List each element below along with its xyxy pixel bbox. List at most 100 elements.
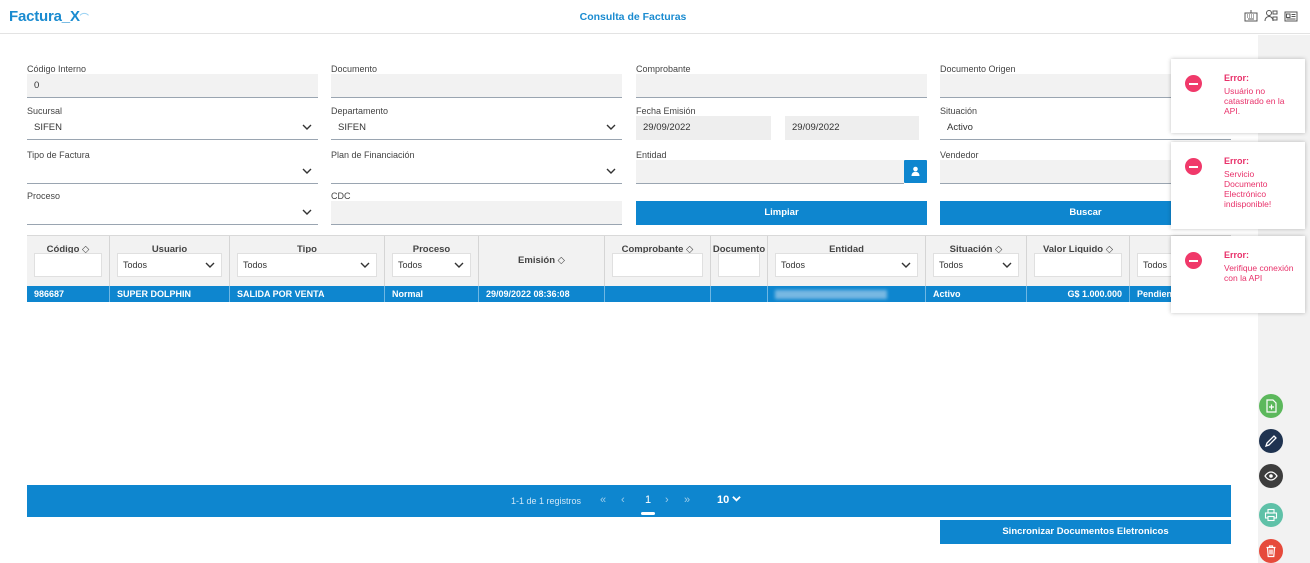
toast-message: Verifique conexión con la API: [1224, 263, 1294, 283]
entidad-search-button[interactable]: [904, 160, 927, 183]
fecha-emision-to-input[interactable]: 29/09/2022: [785, 116, 919, 140]
cell-proceso: Normal: [385, 286, 479, 302]
departamento-label: Departamento: [331, 106, 389, 116]
current-page-indicator: [641, 512, 655, 515]
table-row[interactable]: 986687 SUPER DOLPHIN SALIDA POR VENTA No…: [27, 286, 1231, 302]
page-number[interactable]: 1: [645, 494, 651, 506]
add-file-icon: [1266, 399, 1277, 413]
sync-documents-button[interactable]: Sincronizar Documentos Eletronicos: [940, 520, 1231, 544]
error-minus-icon: [1185, 158, 1202, 175]
cell-documento: [711, 286, 768, 302]
error-toast[interactable]: Error: Servicio Documento Electrónico in…: [1171, 142, 1305, 229]
cell-emision: 29/09/2022 08:36:08: [479, 286, 605, 302]
filter-usuario-select[interactable]: Todos: [117, 253, 222, 277]
error-minus-icon: [1185, 75, 1202, 92]
sucursal-select[interactable]: SIFEN: [27, 116, 318, 140]
first-page-icon[interactable]: «: [600, 494, 606, 506]
sucursal-label: Sucursal: [27, 106, 63, 116]
page-size-value: 10: [717, 494, 730, 506]
fecha-emision-from-input[interactable]: 29/09/2022: [636, 116, 771, 140]
entidad-label: Entidad: [636, 150, 667, 160]
printer-icon: [1264, 508, 1278, 522]
column-codigo[interactable]: Código ◇: [27, 236, 110, 287]
filter-valor-liquido-input[interactable]: [1034, 253, 1122, 277]
user-network-icon[interactable]: [1264, 9, 1278, 23]
filter-codigo-input[interactable]: [34, 253, 102, 277]
filter-proceso-value: Todos: [398, 260, 423, 270]
chevron-down-icon: [454, 262, 464, 268]
tipo-factura-select[interactable]: [27, 160, 318, 184]
id-card-icon[interactable]: [1284, 9, 1298, 23]
pencil-icon: [1264, 435, 1277, 448]
error-toast[interactable]: Error: Verifique conexión con la API: [1171, 236, 1305, 313]
page-title: Consulta de Facturas: [579, 11, 687, 23]
departamento-value: SIFEN: [338, 122, 366, 133]
page-size-select[interactable]: 10: [717, 494, 742, 506]
column-documento[interactable]: Documento: [711, 236, 768, 287]
filter-documento-input[interactable]: [718, 253, 760, 277]
plan-financiacion-select[interactable]: [331, 160, 622, 184]
entidad-input[interactable]: [636, 160, 904, 184]
column-usuario[interactable]: Usuario Todos: [110, 236, 230, 287]
filter-tipo-select[interactable]: Todos: [237, 253, 377, 277]
add-document-button[interactable]: [1259, 394, 1283, 418]
filter-proceso-select[interactable]: Todos: [392, 253, 471, 277]
plan-financiacion-label: Plan de Financiación: [331, 150, 415, 160]
delete-button[interactable]: [1259, 539, 1283, 563]
cell-codigo: 986687: [27, 286, 110, 302]
pagination-info: 1-1 de 1 registros: [511, 496, 582, 506]
column-entidad[interactable]: Entidad Todos: [768, 236, 926, 287]
cdc-input[interactable]: [331, 201, 622, 225]
chevron-down-icon: [606, 168, 616, 174]
edit-button[interactable]: [1259, 429, 1283, 453]
codigo-interno-input[interactable]: 0: [27, 74, 318, 98]
comprobante-input[interactable]: [636, 74, 927, 98]
column-emision[interactable]: Emisión ◇: [479, 236, 605, 287]
print-button[interactable]: [1259, 503, 1283, 527]
limpiar-button[interactable]: Limpiar: [636, 201, 927, 225]
sort-icon[interactable]: ◇: [558, 255, 565, 266]
column-situacion[interactable]: Situación ◇ Todos: [926, 236, 1027, 287]
chevron-down-icon: [205, 262, 215, 268]
keyboard-icon[interactable]: [1244, 9, 1258, 23]
situacion-label: Situación: [940, 106, 978, 116]
chevron-down-icon: [732, 496, 742, 502]
last-page-icon[interactable]: »: [684, 494, 690, 506]
cell-entidad: [768, 286, 926, 302]
toast-message: Servicio Documento Electrónico indisponi…: [1224, 169, 1272, 209]
chevron-down-icon: [302, 124, 312, 130]
column-comprobante[interactable]: Comprobante ◇: [605, 236, 711, 287]
cell-tipo: SALIDA POR VENTA: [230, 286, 385, 302]
filter-situacion-select[interactable]: Todos: [933, 253, 1019, 277]
column-valor-liquido[interactable]: Valor Liquido ◇: [1027, 236, 1130, 287]
cell-comprobante: [605, 286, 711, 302]
column-emision-title: Emisión: [518, 255, 555, 266]
chevron-down-icon: [360, 262, 370, 268]
error-minus-icon: [1185, 252, 1202, 269]
filter-entidad-select[interactable]: Todos: [775, 253, 918, 277]
toast-title: Error:: [1224, 156, 1250, 166]
chevron-down-icon: [606, 124, 616, 130]
next-page-icon[interactable]: ›: [665, 494, 669, 506]
comprobante-label: Comprobante: [636, 64, 691, 74]
vendedor-label: Vendedor: [940, 150, 979, 160]
documento-input[interactable]: [331, 74, 622, 98]
filter-comprobante-input[interactable]: [612, 253, 703, 277]
filter-sifen-value: Todos: [1143, 260, 1168, 270]
cell-situacion: Activo: [926, 286, 1027, 302]
toast-message: Usuário no catastrado en la API.: [1224, 86, 1285, 116]
proceso-label: Proceso: [27, 191, 61, 201]
codigo-interno-label: Código Interno: [27, 64, 87, 74]
proceso-select[interactable]: [27, 201, 318, 225]
column-proceso[interactable]: Proceso Todos: [385, 236, 479, 287]
departamento-select[interactable]: SIFEN: [331, 116, 622, 140]
fecha-emision-label: Fecha Emisión: [636, 106, 696, 116]
tipo-factura-label: Tipo de Factura: [27, 150, 90, 160]
filter-usuario-value: Todos: [123, 260, 148, 270]
prev-page-icon[interactable]: ‹: [621, 494, 625, 506]
filter-entidad-value: Todos: [781, 260, 806, 270]
column-tipo[interactable]: Tipo Todos: [230, 236, 385, 287]
documento-label: Documento: [331, 64, 378, 74]
view-button[interactable]: [1259, 464, 1283, 488]
error-toast[interactable]: Error: Usuário no catastrado en la API.: [1171, 59, 1305, 133]
